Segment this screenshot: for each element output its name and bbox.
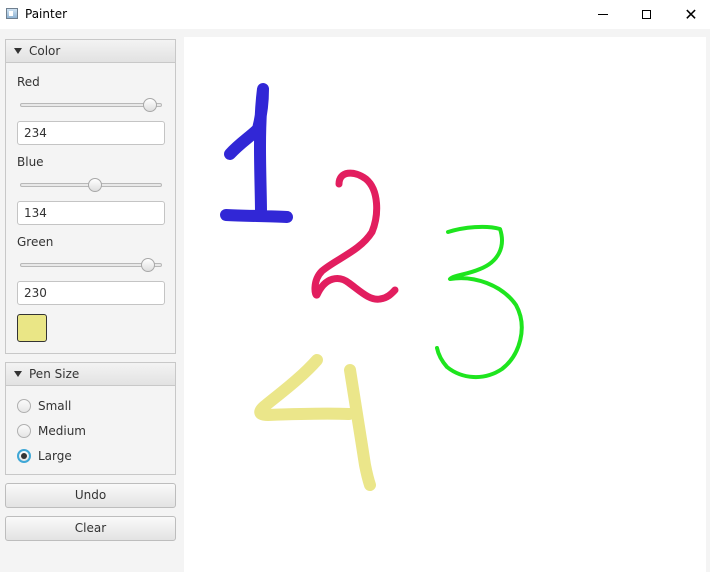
minimize-button[interactable] (580, 0, 626, 29)
minimize-icon (598, 14, 608, 15)
stroke-digit-one (220, 83, 293, 223)
slider-thumb[interactable] (87, 178, 102, 192)
stroke-digit-four (254, 354, 376, 491)
pen-size-option-medium[interactable]: Medium (17, 422, 86, 440)
red-value-field[interactable] (17, 121, 165, 145)
radio-label: Small (38, 399, 72, 413)
color-pane-title: Color (29, 44, 61, 58)
blue-label: Blue (17, 155, 44, 169)
slider-track (20, 103, 162, 107)
green-label: Green (17, 235, 54, 249)
radio-label: Medium (38, 424, 86, 438)
slider-thumb[interactable] (143, 98, 158, 112)
expand-arrow-icon (14, 48, 22, 54)
color-pane: Color Red Blue Green (5, 39, 176, 354)
drawing-surface (220, 83, 524, 491)
blue-slider[interactable] (20, 178, 162, 194)
pen-size-pane: Pen Size Small Medium Large (5, 362, 176, 475)
radio-button[interactable] (17, 399, 31, 413)
radio-label: Large (38, 449, 72, 463)
green-slider[interactable] (20, 258, 162, 274)
drawing-canvas[interactable] (184, 37, 706, 572)
slider-thumb[interactable] (141, 258, 156, 272)
red-slider[interactable] (20, 98, 162, 114)
stroke-digit-two (311, 169, 399, 303)
color-pane-header[interactable]: Color (6, 40, 175, 63)
pen-size-option-large[interactable]: Large (17, 447, 72, 465)
close-button[interactable]: ✕ (668, 0, 710, 29)
pen-size-option-small[interactable]: Small (17, 397, 71, 415)
pen-size-pane-header[interactable]: Pen Size (6, 363, 175, 386)
radio-button[interactable] (17, 424, 31, 438)
expand-arrow-icon (14, 371, 22, 377)
close-icon: ✕ (684, 4, 698, 24)
radio-button[interactable] (17, 449, 31, 463)
green-value-field[interactable] (17, 281, 165, 305)
pen-size-pane-title: Pen Size (29, 367, 80, 381)
clear-button[interactable]: Clear (5, 516, 176, 541)
maximize-button[interactable] (623, 0, 669, 29)
color-preview-swatch (17, 314, 47, 342)
stroke-digit-three (435, 224, 524, 379)
window-title: Painter (25, 7, 68, 21)
blue-value-field[interactable] (17, 201, 165, 225)
red-label: Red (17, 75, 40, 89)
undo-button[interactable]: Undo (5, 483, 176, 508)
maximize-icon (641, 10, 651, 19)
title-bar: Painter ✕ (0, 0, 710, 29)
app-window-icon (6, 8, 18, 19)
